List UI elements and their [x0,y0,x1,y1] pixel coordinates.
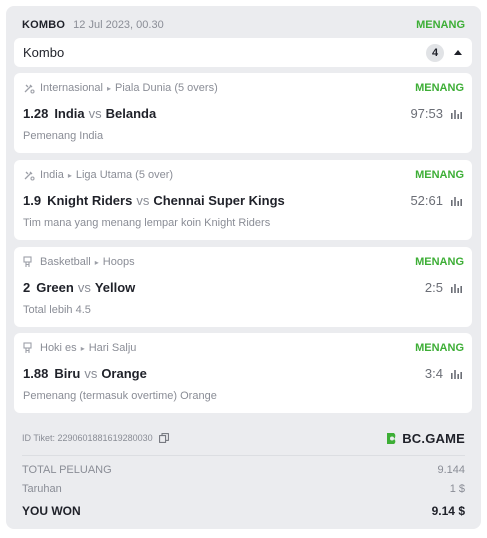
bet-selection: India ▸ Liga Utama (5 over) MENANG 1.9 K… [14,160,472,240]
selection-line: 1.9 Knight Riders vs Chennai Super Kings [23,193,285,208]
score-value: 2:5 [424,280,443,295]
selection-pick: Pemenang (termasuk overtime) Orange [23,390,217,402]
score-value: 97:53 [410,106,443,121]
total-odds-row: TOTAL PELUANG 9.144 [22,461,465,479]
total-odds-label: TOTAL PELUANG [22,464,112,476]
basketball-icon [23,256,32,267]
ticket-id: ID Tiket: 2290601881619280030 [22,433,153,443]
bc-game-logo-icon [387,432,396,444]
selection-pick: Tim mana yang menang lempar koin Knight … [23,217,271,229]
sport-name: Internasional [40,82,103,94]
divider [22,455,465,456]
stake-value: 1 $ [449,483,465,495]
match-score: 2:5 [425,280,462,295]
home-team: Green [36,280,74,295]
away-team: Belanda [105,106,157,121]
away-team: Orange [101,366,147,381]
bet-meta: Basketball ▸ Hoops [23,256,135,268]
selection-odds: 1.9 [23,193,42,208]
sport-name: Hoki es [40,342,77,354]
selection-line: 1.88 Biru vs Orange [23,366,147,381]
bet-meta: Internasional ▸ Piala Dunia (5 overs) [23,82,218,94]
bet-selection: Hoki es ▸ Hari Salju MENANG 1.88 Biru vs… [14,333,472,413]
winnings-row: YOU WON 9.14 $ [22,502,465,520]
selection-status-badge: MENANG [415,169,464,181]
winnings-value: 9.14 $ [431,504,465,518]
winnings-label: YOU WON [22,504,81,518]
stake-row: Taruhan 1 $ [22,480,465,498]
cricket-icon [24,171,35,181]
bet-selection: Internasional ▸ Piala Dunia (5 overs) ME… [14,73,472,153]
selection-pick: Total lebih 4.5 [23,304,91,316]
stats-icon[interactable] [451,369,462,379]
brand-name: BC.GAME [402,430,465,446]
combo-toggle[interactable]: Kombo 4 [14,38,472,67]
separator-icon: ▸ [80,343,85,353]
away-team: Chennai Super Kings [153,193,285,208]
bet-selection: Basketball ▸ Hoops MENANG 2 Green vs Yel… [14,247,472,327]
score-value: 52:61 [410,193,443,208]
selection-status-badge: MENANG [415,256,464,268]
home-team: Biru [54,366,81,381]
stats-icon[interactable] [451,109,462,119]
versus-label: vs [84,366,98,381]
separator-icon: ▸ [67,170,72,180]
slip-header: KOMBO 12 Jul 2023, 00.30 MENANG [22,14,465,36]
league-name: Piala Dunia (5 overs) [115,82,218,94]
bet-meta: Hoki es ▸ Hari Salju [23,342,136,354]
bet-type: KOMBO [22,19,66,31]
match-score: 52:61 [410,193,462,208]
stats-icon[interactable] [451,196,462,206]
combo-title: Kombo [23,45,65,60]
selection-line: 1.28 India vs Belanda [23,106,156,121]
selection-status-badge: MENANG [415,342,464,354]
score-value: 3:4 [424,366,443,381]
selection-status-badge: MENANG [415,82,464,94]
separator-icon: ▸ [107,83,112,93]
hockey-icon [23,342,32,353]
match-score: 97:53 [410,106,462,121]
selection-pick: Pemenang India [23,130,104,142]
selection-odds: 1.28 [23,106,49,121]
stats-icon[interactable] [451,283,462,293]
cricket-icon [24,84,35,94]
selection-line: 2 Green vs Yellow [23,280,135,295]
home-team: Knight Riders [47,193,133,208]
match-score: 3:4 [425,366,462,381]
sport-name: Basketball [40,256,91,268]
bet-meta: India ▸ Liga Utama (5 over) [23,169,173,181]
selection-odds: 1.88 [23,366,49,381]
versus-label: vs [88,106,102,121]
bc-game-logo: BC.GAME [386,431,465,446]
bet-date: 12 Jul 2023, 00.30 [73,19,164,31]
league-name: Hari Salju [88,342,137,354]
selection-odds: 2 [23,280,31,295]
selection-count-badge: 4 [426,43,444,62]
versus-label: vs [136,193,150,208]
versus-label: vs [77,280,91,295]
home-team: India [54,106,85,121]
chevron-up-icon[interactable] [454,50,462,55]
separator-icon: ▸ [94,257,99,267]
bet-slip-card: KOMBO 12 Jul 2023, 00.30 MENANG Kombo 4 … [6,6,481,529]
ticket-row: ID Tiket: 2290601881619280030 BC.GAME [22,428,465,448]
league-name: Liga Utama (5 over) [75,169,174,181]
away-team: Yellow [94,280,136,295]
total-odds-value: 9.144 [437,464,465,476]
copy-icon[interactable] [158,433,169,443]
league-name: Hoops [102,256,135,268]
stake-label: Taruhan [22,483,62,495]
slip-status-badge: MENANG [416,19,465,31]
sport-name: India [40,169,64,181]
